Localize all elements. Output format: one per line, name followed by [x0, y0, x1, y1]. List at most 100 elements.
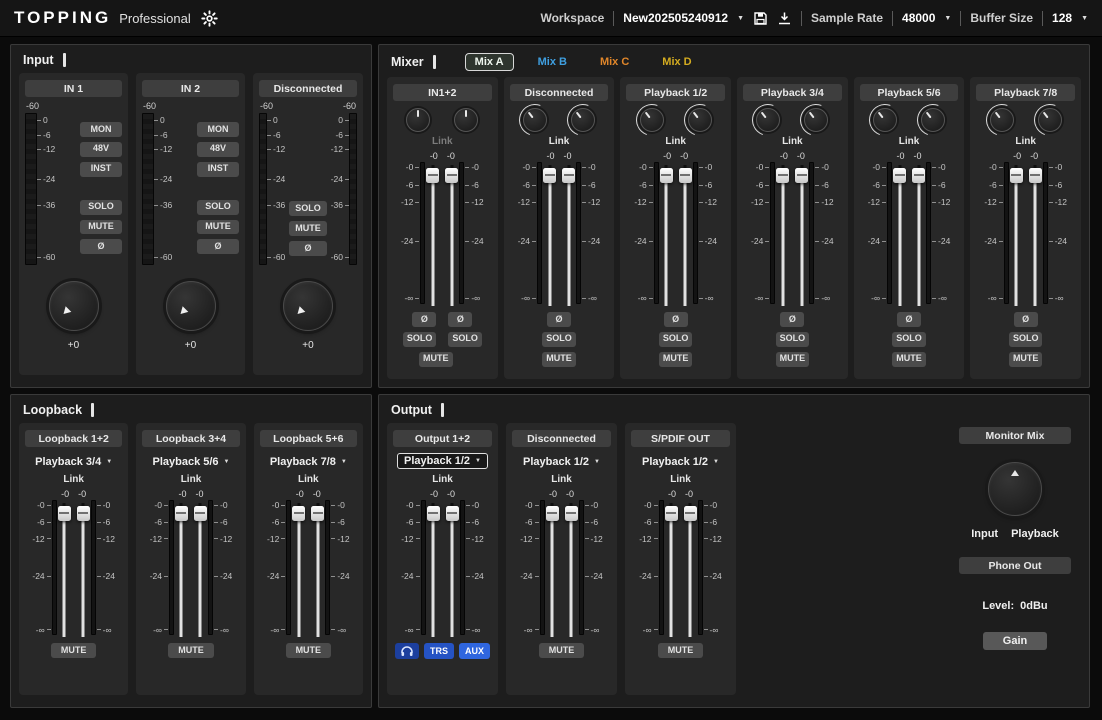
buffer-size-select[interactable]: 128	[1052, 11, 1072, 25]
tab-mix-a[interactable]: Mix A	[464, 53, 514, 71]
mute-button[interactable]: MUTE	[657, 643, 704, 658]
fader-handle[interactable]	[893, 167, 907, 183]
solo-button[interactable]: SOLO	[658, 331, 693, 347]
mute-button[interactable]: MUTE	[285, 643, 332, 658]
fader-handle[interactable]	[445, 505, 459, 521]
phase-button[interactable]: Ø	[289, 241, 327, 256]
link-toggle[interactable]: Link	[551, 474, 572, 485]
fader-left[interactable]	[292, 500, 306, 638]
mute-button[interactable]: MUTE	[197, 219, 239, 235]
fader-right[interactable]	[912, 162, 926, 307]
fader-left[interactable]	[659, 162, 673, 307]
fader-left[interactable]	[543, 162, 556, 307]
link-toggle[interactable]: Link	[181, 474, 202, 485]
link-toggle[interactable]: Link	[432, 474, 453, 485]
mute-button[interactable]: MUTE	[542, 351, 576, 367]
tab-mix-b[interactable]: Mix B	[529, 54, 576, 70]
pan-knob-right[interactable]	[804, 108, 829, 132]
fader-handle[interactable]	[174, 505, 188, 521]
fader-handle[interactable]	[683, 505, 697, 521]
source-select[interactable]: Playback 3/4 ▼	[35, 456, 112, 468]
fader-handle[interactable]	[545, 505, 559, 521]
fader-right[interactable]	[564, 500, 578, 638]
settings-gear-icon[interactable]	[201, 9, 218, 27]
fader-handle[interactable]	[426, 505, 440, 521]
link-toggle[interactable]: Link	[899, 136, 920, 147]
fader-handle[interactable]	[76, 505, 90, 521]
fader-handle[interactable]	[445, 167, 459, 183]
fader-left[interactable]	[776, 162, 790, 307]
pan-knob-left[interactable]	[989, 108, 1014, 132]
solo-button[interactable]: SOLO	[892, 331, 926, 347]
source-select[interactable]: Playback 1/2 ▼	[396, 453, 488, 469]
fader-handle[interactable]	[562, 167, 575, 183]
tab-mix-c[interactable]: Mix C	[591, 54, 638, 70]
gain-knob[interactable]	[283, 281, 333, 331]
inst-button[interactable]: INST	[80, 161, 122, 177]
source-select[interactable]: Playback 1/2 ▼	[642, 456, 719, 468]
fader-left[interactable]	[174, 500, 188, 638]
fader-handle[interactable]	[776, 167, 790, 183]
source-select[interactable]: Playback 5/6 ▼	[152, 456, 229, 468]
solo-button[interactable]: SOLO	[1008, 331, 1043, 347]
aux-button[interactable]: AUX	[458, 643, 490, 659]
fader-handle[interactable]	[564, 505, 578, 521]
buffer-size-caret-icon[interactable]: ▼	[1081, 15, 1088, 22]
fader-left[interactable]	[57, 500, 71, 638]
phase-button[interactable]: Ø	[780, 312, 805, 327]
tab-mix-d[interactable]: Mix D	[653, 54, 700, 70]
phantom-48v-button[interactable]: 48V	[197, 141, 239, 157]
headphone-button[interactable]	[394, 643, 419, 659]
pan-knob-left[interactable]	[523, 108, 547, 132]
pan-knob-right[interactable]	[1037, 108, 1062, 132]
pan-knob-right[interactable]	[687, 108, 712, 132]
mute-button[interactable]: MUTE	[538, 643, 585, 658]
mute-button[interactable]: MUTE	[1008, 351, 1043, 367]
phase-button[interactable]: Ø	[663, 312, 688, 327]
monitor-mix-knob[interactable]	[988, 462, 1042, 516]
mute-button[interactable]: MUTE	[892, 351, 926, 367]
workspace-select[interactable]: New202505240912	[623, 11, 728, 25]
fader-handle[interactable]	[311, 505, 325, 521]
fader-right[interactable]	[683, 500, 697, 638]
trs-button[interactable]: TRS	[423, 643, 454, 659]
fader-right[interactable]	[76, 500, 90, 638]
sample-rate-caret-icon[interactable]: ▼	[944, 15, 951, 22]
fader-handle[interactable]	[678, 167, 692, 183]
phase-button[interactable]: Ø	[197, 239, 239, 255]
pan-knob-right[interactable]	[571, 108, 595, 132]
fader-handle[interactable]	[426, 167, 440, 183]
export-workspace-icon[interactable]	[777, 11, 792, 26]
fader-handle[interactable]	[292, 505, 306, 521]
fader-left[interactable]	[545, 500, 559, 638]
phase-button[interactable]: Ø	[80, 239, 122, 255]
fader-left[interactable]	[1009, 162, 1023, 307]
workspace-caret-icon[interactable]: ▼	[737, 15, 744, 22]
solo-button[interactable]: SOLO	[448, 331, 482, 347]
pan-knob-right[interactable]	[454, 108, 479, 132]
phase-button[interactable]: Ø	[448, 312, 473, 327]
fader-handle[interactable]	[1028, 167, 1042, 183]
fader-right[interactable]	[678, 162, 692, 307]
fader-handle[interactable]	[1009, 167, 1023, 183]
source-select[interactable]: Playback 7/8 ▼	[270, 456, 347, 468]
gain-button[interactable]: Gain	[982, 632, 1048, 650]
link-toggle[interactable]: Link	[63, 474, 84, 485]
fader-left[interactable]	[664, 500, 678, 638]
phase-button[interactable]: Ø	[412, 312, 437, 327]
fader-handle[interactable]	[193, 505, 207, 521]
link-toggle[interactable]: Link	[549, 136, 570, 147]
mute-button[interactable]: MUTE	[50, 643, 97, 658]
fader-right[interactable]	[445, 500, 459, 638]
fader-right[interactable]	[311, 500, 325, 638]
gain-knob[interactable]	[48, 281, 99, 331]
fader-right[interactable]	[562, 162, 575, 307]
fader-right[interactable]	[1028, 162, 1042, 307]
save-workspace-icon[interactable]	[753, 11, 768, 26]
fader-left[interactable]	[426, 500, 440, 638]
gain-knob[interactable]	[165, 281, 216, 331]
mute-button[interactable]: MUTE	[80, 219, 122, 235]
pan-knob-left[interactable]	[639, 108, 664, 132]
fader-handle[interactable]	[57, 505, 71, 521]
solo-button[interactable]: SOLO	[542, 331, 576, 347]
